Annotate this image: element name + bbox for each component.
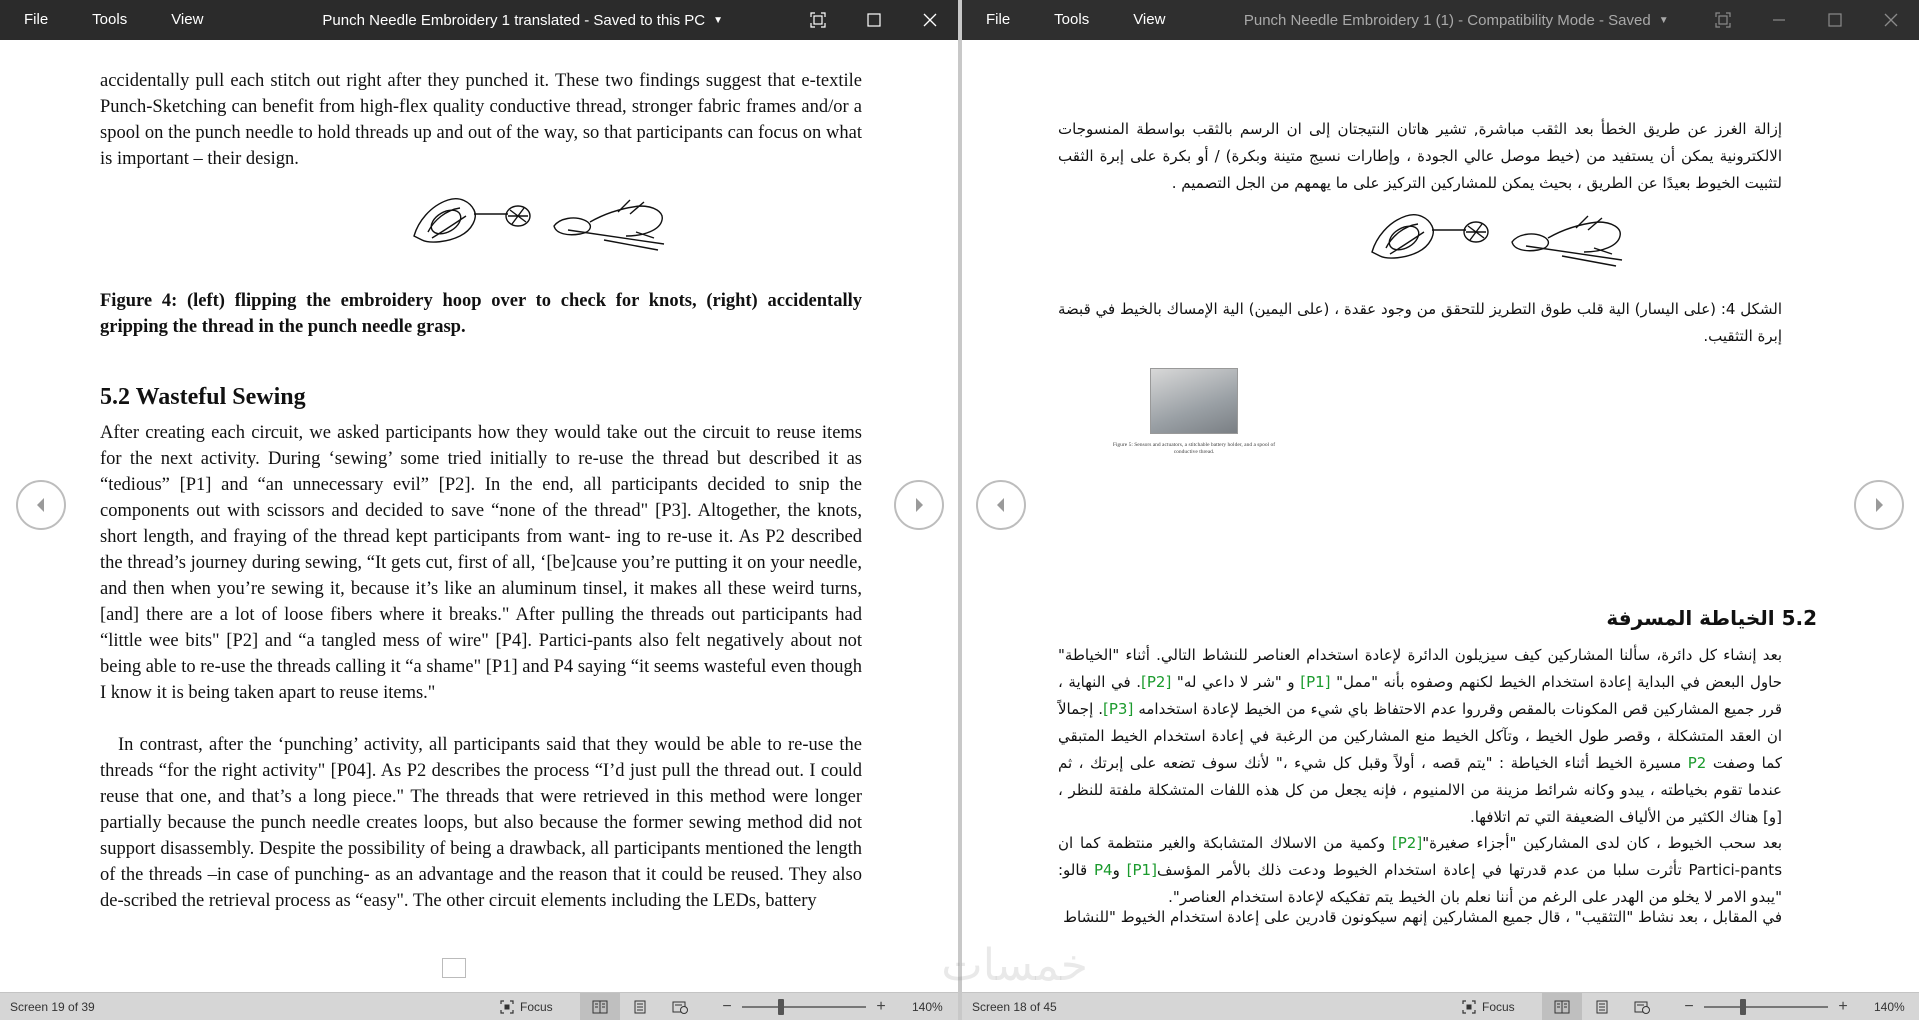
menu-view[interactable]: View <box>1111 0 1187 40</box>
citation: [P1] <box>1300 673 1331 691</box>
chevron-right-icon <box>916 498 923 512</box>
document-title[interactable]: Punch Needle Embroidery 1 translated - S… <box>225 12 790 29</box>
citation: P2 <box>1687 754 1707 772</box>
maximize-button[interactable] <box>1807 0 1863 40</box>
close-icon <box>1884 13 1898 27</box>
page-icon <box>1596 1000 1608 1013</box>
screen-counter: Screen 19 of 39 <box>10 999 95 1014</box>
zoom-slider-thumb[interactable] <box>1740 998 1746 1015</box>
focus-label: Focus <box>520 999 553 1014</box>
focus-button[interactable]: Focus <box>1462 1000 1542 1014</box>
chevron-right-icon <box>1876 498 1883 512</box>
zoom-in-button[interactable]: + <box>1834 998 1852 1016</box>
fullscreen-icon <box>810 12 826 28</box>
focus-icon <box>1462 999 1476 1014</box>
next-page-button[interactable] <box>1854 480 1904 530</box>
book-icon <box>592 1000 608 1013</box>
figure-caption: Figure 4: (left) flipping the embroidery… <box>100 291 862 337</box>
previous-page-button[interactable] <box>976 480 1026 530</box>
fullscreen-button[interactable] <box>1695 0 1751 40</box>
focus-icon <box>500 999 514 1014</box>
photo-caption: Figure 5: Sensors and actuators, a stitc… <box>1112 442 1276 455</box>
figure-5-photo <box>1150 368 1238 434</box>
close-icon <box>923 13 937 27</box>
zoom-slider[interactable] <box>742 998 866 1015</box>
web-layout-button[interactable] <box>660 993 700 1020</box>
document-page: accidentally pull each stitch out right … <box>0 40 958 992</box>
maximize-icon <box>867 13 881 27</box>
zoom-slider[interactable] <box>1704 998 1828 1015</box>
menu-view[interactable]: View <box>149 0 225 40</box>
paragraph: في المقابل ، بعد نشاط "التثقيب" ، قال جم… <box>1063 908 1782 926</box>
zoom-in-button[interactable]: + <box>872 998 890 1016</box>
next-page-button[interactable] <box>894 480 944 530</box>
zoom-level[interactable]: 140% <box>912 1000 943 1014</box>
focus-button[interactable]: Focus <box>500 1000 580 1014</box>
title-bar: File Tools View Punch Needle Embroidery … <box>0 0 958 40</box>
section-heading: 5.2 الخياطة المسرفة <box>1606 606 1817 630</box>
status-bar: Screen 19 of 39 Focus − + 140% <box>0 992 958 1020</box>
citation: [P2] <box>1141 673 1172 691</box>
zoom-slider-thumb[interactable] <box>778 998 784 1015</box>
previous-page-button[interactable] <box>16 480 66 530</box>
print-layout-button[interactable] <box>620 993 660 1020</box>
menu-tools[interactable]: Tools <box>70 0 149 40</box>
document-title-text: Punch Needle Embroidery 1 translated - S… <box>322 11 706 29</box>
page-icon <box>634 1000 646 1013</box>
paragraph: بعد إنشاء كل دائرة، سألنا المشاركين كيف … <box>1058 642 1782 831</box>
close-button[interactable] <box>1863 0 1919 40</box>
paragraph: In contrast, after the ‘punching’ activi… <box>100 735 862 911</box>
paragraph-text: و <box>1112 861 1127 879</box>
minimize-button[interactable] <box>1751 0 1807 40</box>
maximize-icon <box>1828 13 1842 27</box>
read-mode-button[interactable] <box>580 992 620 1020</box>
close-button[interactable] <box>902 0 958 40</box>
paragraph-text: و "شر لا داعي له" <box>1171 673 1301 691</box>
citation: [P3] <box>1103 700 1134 718</box>
figure-4-illustration <box>413 198 665 251</box>
web-layout-icon <box>1634 1001 1650 1014</box>
focus-label: Focus <box>1482 999 1515 1014</box>
chevron-left-icon <box>997 498 1004 512</box>
document-title[interactable]: Punch Needle Embroidery 1 (1) - Compatib… <box>1187 12 1695 29</box>
menu-file[interactable]: File <box>962 0 1032 40</box>
chevron-down-icon[interactable]: ▼ <box>1659 15 1669 26</box>
section-heading: 5.2 Wasteful Sewing <box>100 384 306 410</box>
menu-file[interactable]: File <box>0 0 70 40</box>
zoom-level[interactable]: 140% <box>1874 1000 1905 1014</box>
menu-tools[interactable]: Tools <box>1032 0 1111 40</box>
minimize-icon <box>1773 19 1785 21</box>
figure-caption: الشكل 4: (على اليسار) الية قلب طوق التطر… <box>1058 300 1783 345</box>
figure-4-illustration <box>1371 214 1623 267</box>
left-reader-window: File Tools View Punch Needle Embroidery … <box>0 0 958 1020</box>
book-icon <box>1554 1000 1570 1013</box>
web-layout-button[interactable] <box>1622 993 1662 1020</box>
zoom-out-button[interactable]: − <box>1680 998 1698 1016</box>
citation: [P2] <box>1391 834 1423 852</box>
citation: [P1] <box>1126 861 1157 879</box>
read-mode-button[interactable] <box>1542 992 1582 1020</box>
title-bar: File Tools View Punch Needle Embroidery … <box>962 0 1919 40</box>
print-layout-button[interactable] <box>1582 993 1622 1020</box>
document-title-text: Punch Needle Embroidery 1 (1) - Compatib… <box>1243 11 1651 29</box>
status-bar: Screen 18 of 45 Focus − + 140% <box>962 992 1919 1020</box>
chevron-left-icon <box>37 498 44 512</box>
web-layout-icon <box>672 1001 688 1014</box>
paragraph: إزالة الغرز عن طريق الخطأ بعد الثقب مباش… <box>1058 120 1782 192</box>
chevron-down-icon[interactable]: ▼ <box>713 15 723 26</box>
paragraph: بعد سحب الخيوط ، كان لدى المشاركين "أجزا… <box>1058 830 1782 911</box>
screen-counter: Screen 18 of 45 <box>972 999 1057 1014</box>
zoom-out-button[interactable]: − <box>718 998 736 1016</box>
right-reader-window: File Tools View Punch Needle Embroidery … <box>962 0 1919 1020</box>
maximize-button[interactable] <box>846 0 902 40</box>
fullscreen-button[interactable] <box>790 0 846 40</box>
fullscreen-icon <box>1715 12 1731 28</box>
page-scroll-marker[interactable] <box>442 958 466 978</box>
document-page: إزالة الغرز عن طريق الخطأ بعد الثقب مباش… <box>962 40 1919 992</box>
paragraph-text: مسيرة الخيط أثناء الخياطة : "يتم قصه ، أ… <box>1058 754 1782 826</box>
paragraph: accidentally pull each stitch out right … <box>100 71 862 169</box>
paragraph-text: بعد سحب الخيوط ، كان لدى المشاركين "أجزا… <box>1422 834 1782 852</box>
citation: P4 <box>1093 861 1113 879</box>
paragraph: After creating each circuit, we asked pa… <box>100 423 862 703</box>
